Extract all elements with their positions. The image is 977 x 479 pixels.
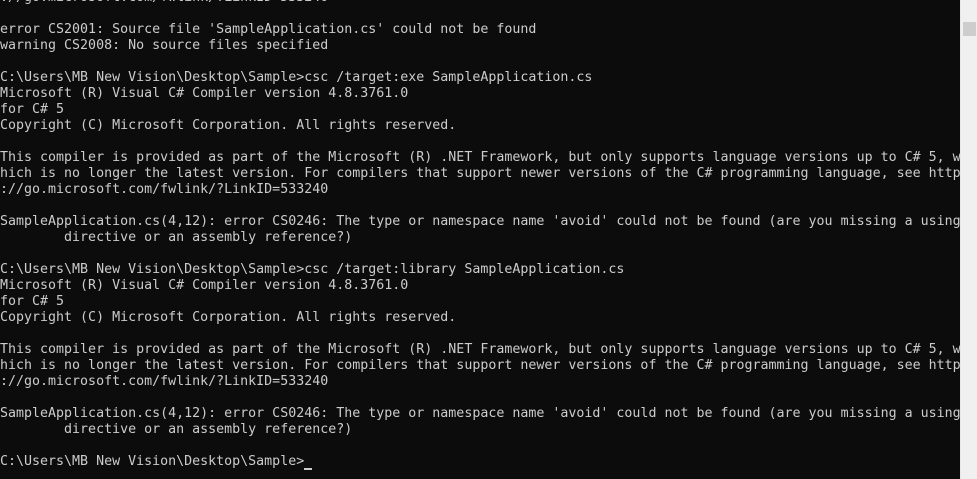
console-line-text: C:\Users\MB New Vision\Desktop\Sample> <box>0 454 305 469</box>
console-line-text: warning CS2008: No source files specifie… <box>0 38 329 53</box>
console-line: C:\Users\MB New Vision\Desktop\Sample>cs… <box>0 70 960 86</box>
console-line-text: This compiler is provided as part of the… <box>0 342 960 357</box>
console-line-text: error CS2001: Source file 'SampleApplica… <box>0 22 537 37</box>
text-cursor <box>304 468 313 470</box>
console-line: for C# 5 <box>0 102 960 118</box>
console-line-text: SampleApplication.cs(4,12): error CS0246… <box>0 214 960 229</box>
console-line-text: ://go.microsoft.com/fwlink/?LinkID=53324… <box>0 374 329 389</box>
console-line-text: hich is no longer the latest version. Fo… <box>0 166 960 181</box>
console-line: SampleApplication.cs(4,12): error CS0246… <box>0 214 960 230</box>
console-line-text: for C# 5 <box>0 102 65 117</box>
console-line-text: Copyright (C) Microsoft Corporation. All… <box>0 118 457 133</box>
console-line: Microsoft (R) Visual C# Compiler version… <box>0 278 960 294</box>
console-line: SampleApplication.cs(4,12): error CS0246… <box>0 406 960 422</box>
console-line: for C# 5 <box>0 294 960 310</box>
console-line: C:\Users\MB New Vision\Desktop\Sample> <box>0 454 960 470</box>
console-line-text: C:\Users\MB New Vision\Desktop\Sample>cs… <box>0 70 593 85</box>
console-line-text: for C# 5 <box>0 294 65 309</box>
console-line-text: Microsoft (R) Visual C# Compiler version… <box>0 278 409 293</box>
command-prompt-window[interactable]: ://go.microsoft.com/fwlink/?LinkID=53324… <box>0 0 977 479</box>
scroll-thumb[interactable] <box>963 22 976 36</box>
console-line-text: directive or an assembly reference?) <box>0 422 353 437</box>
console-line: hich is no longer the latest version. Fo… <box>0 166 960 182</box>
console-line: Copyright (C) Microsoft Corporation. All… <box>0 118 960 134</box>
console-line-text: C:\Users\MB New Vision\Desktop\Sample>cs… <box>0 262 625 277</box>
console-line: This compiler is provided as part of the… <box>0 342 960 358</box>
console-line: directive or an assembly reference?) <box>0 422 960 438</box>
console-line: directive or an assembly reference?) <box>0 230 960 246</box>
console-line-text: hich is no longer the latest version. Fo… <box>0 358 960 373</box>
console-line-text: Copyright (C) Microsoft Corporation. All… <box>0 310 457 325</box>
console-line-text: ://go.microsoft.com/fwlink/?LinkID=53324… <box>0 182 329 197</box>
console-line: ://go.microsoft.com/fwlink/?LinkID=53324… <box>0 374 960 390</box>
console-line-text: Microsoft (R) Visual C# Compiler version… <box>0 86 409 101</box>
console-line: This compiler is provided as part of the… <box>0 150 960 166</box>
console-line: Copyright (C) Microsoft Corporation. All… <box>0 310 960 326</box>
console-line: hich is no longer the latest version. Fo… <box>0 358 960 374</box>
console-line: C:\Users\MB New Vision\Desktop\Sample>cs… <box>0 262 960 278</box>
console-output[interactable]: ://go.microsoft.com/fwlink/?LinkID=53324… <box>0 0 960 479</box>
console-line: warning CS2008: No source files specifie… <box>0 38 960 54</box>
console-line-text: directive or an assembly reference?) <box>0 230 353 245</box>
console-line-text: ://go.microsoft.com/fwlink/?LinkID=53324… <box>0 0 328 5</box>
console-line-text: SampleApplication.cs(4,12): error CS0246… <box>0 406 960 421</box>
console-line: Microsoft (R) Visual C# Compiler version… <box>0 86 960 102</box>
console-line-text: This compiler is provided as part of the… <box>0 150 960 165</box>
console-line: ://go.microsoft.com/fwlink/?LinkID=53324… <box>0 182 960 198</box>
vertical-scrollbar[interactable] <box>960 0 977 479</box>
console-line: error CS2001: Source file 'SampleApplica… <box>0 22 960 38</box>
